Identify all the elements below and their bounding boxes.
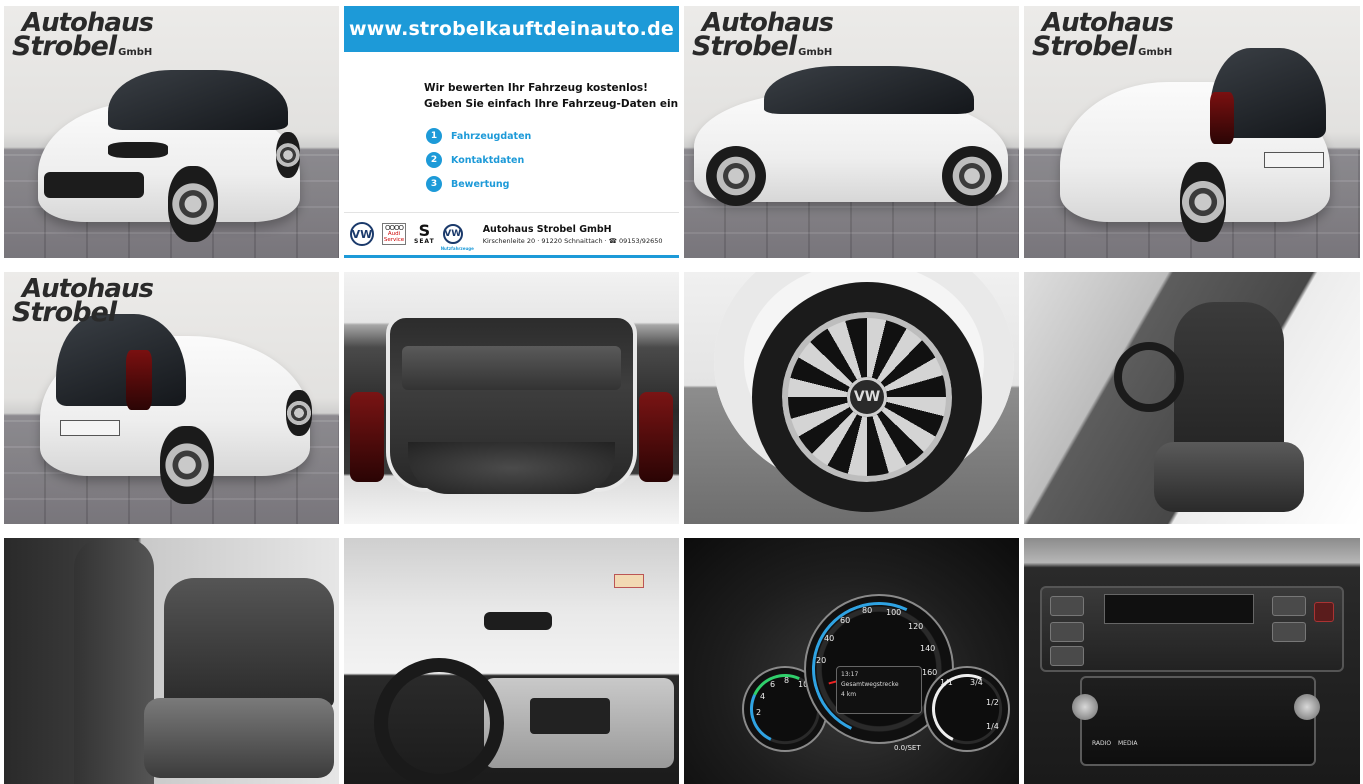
climate-button [1050,646,1084,666]
gallery-banner-trade-in[interactable]: www.strobelkauftdeinauto.de Wir bewerten… [344,6,679,258]
dealer-logo: Autohaus Strobel GmbH [12,8,154,62]
gallery-photo-side[interactable]: Autohaus Strobel GmbH [684,6,1019,258]
step-label: Kontaktdaten [451,154,525,166]
driver-seat-cushion [1154,442,1304,512]
vw-nutzfahrzeuge-logo-icon: VW Nutzfahrzeuge [441,224,474,251]
dealer-address: Kirschenleite 20 · 91220 Schnaittach · ☎… [482,236,663,245]
climate-screen [1104,594,1254,624]
rearview-mirror [484,612,552,630]
gallery-photo-trunk[interactable] [344,272,679,524]
front-seat-back [74,538,154,784]
gallery-photo-instrument-cluster[interactable]: 2 4 6 8 10 20 40 60 80 100 120 140 160 1… [684,538,1019,784]
steering-wheel [1114,342,1184,412]
gallery-photo-front-seat[interactable] [1024,272,1360,524]
climate-button [1050,596,1084,616]
audi-service-logo-icon: OOOO Audi Service [382,223,406,245]
photo-gallery-grid: Autohaus Strobel GmbH www.strobelkauftdei… [0,0,1363,784]
banner-step: 3 Bewertung [426,172,531,196]
radio-unit [530,698,610,734]
step-label: Bewertung [451,178,510,190]
climate-button [1272,622,1306,642]
banner-step: 2 Kontaktdaten [426,148,531,172]
tail-light-left [350,392,384,482]
car-rear-quarter [1060,42,1330,242]
rear-seat-bench [144,698,334,778]
banner-step: 1 Fahrzeugdaten [426,124,531,148]
trunk-floor [408,442,615,494]
gallery-photo-cockpit[interactable] [344,538,679,784]
radio-button-label: RADIO [1092,740,1112,747]
steering-wheel [374,658,504,784]
volume-knob [1072,694,1098,720]
gallery-photo-front-quarter[interactable]: Autohaus Strobel GmbH [4,6,339,258]
seat-logo-icon: S SEAT [414,221,435,245]
vw-logo-icon: VW [350,222,374,246]
climate-button [1272,596,1306,616]
banner-steps: 1 Fahrzeugdaten 2 Kontaktdaten 3 Bewertu… [426,124,531,196]
step-label: Fahrzeugdaten [451,130,532,142]
banner-footer: VW OOOO Audi Service S SEAT VW Nutzfahrzeu… [344,212,679,258]
step-number-badge: 3 [426,176,442,192]
dealer-name: Autohaus Strobel GmbH [482,223,612,235]
banner-dealer-info: Autohaus Strobel GmbH Kirschenleite 20 ·… [483,224,663,245]
display-time: 13:17 [841,671,859,678]
climate-button [1050,622,1084,642]
gallery-photo-rear[interactable]: Autohaus Strobel [4,272,339,524]
gallery-photo-rear-quarter[interactable]: Autohaus Strobel GmbH [1024,6,1360,258]
cluster-display: 13:17 Gesamtwegstrecke 4 km [836,666,922,714]
tail-light-right [639,392,673,482]
vw-hub-logo-icon: VW [847,377,887,417]
dealer-logo: Autohaus Strobel GmbH [1032,8,1174,62]
display-label: Gesamtwegstrecke [841,681,899,688]
gallery-photo-center-console[interactable]: RADIO MEDIA [1024,538,1360,784]
car-front-quarter [38,62,308,242]
battery-gauge: 1/1 3/4 1/2 1/4 [922,664,1012,754]
banner-headline: Wir bewerten Ihr Fahrzeug kostenlos! Geb… [424,82,679,110]
rear-seat-back [164,578,334,708]
step-number-badge: 1 [426,128,442,144]
gallery-photo-rear-seat[interactable] [4,538,339,784]
tune-knob [1294,694,1320,720]
parcel-shelf [402,346,621,390]
radio-faceplate [1080,676,1316,766]
car-side-profile [694,62,1012,212]
gallery-photo-wheel[interactable]: VW [684,272,1019,524]
trip-reset-knob: 0.0/SET [894,744,921,752]
windshield-sticker [614,574,644,588]
hazard-light-icon [1314,602,1334,622]
dealer-logo: Autohaus Strobel [12,274,154,328]
car-rear [40,306,312,506]
step-number-badge: 2 [426,152,442,168]
media-button-label: MEDIA [1118,740,1138,747]
dealer-logo: Autohaus Strobel GmbH [692,8,834,62]
banner-url[interactable]: www.strobelkauftdeinauto.de [344,6,679,52]
display-value: 4 km [841,691,857,698]
